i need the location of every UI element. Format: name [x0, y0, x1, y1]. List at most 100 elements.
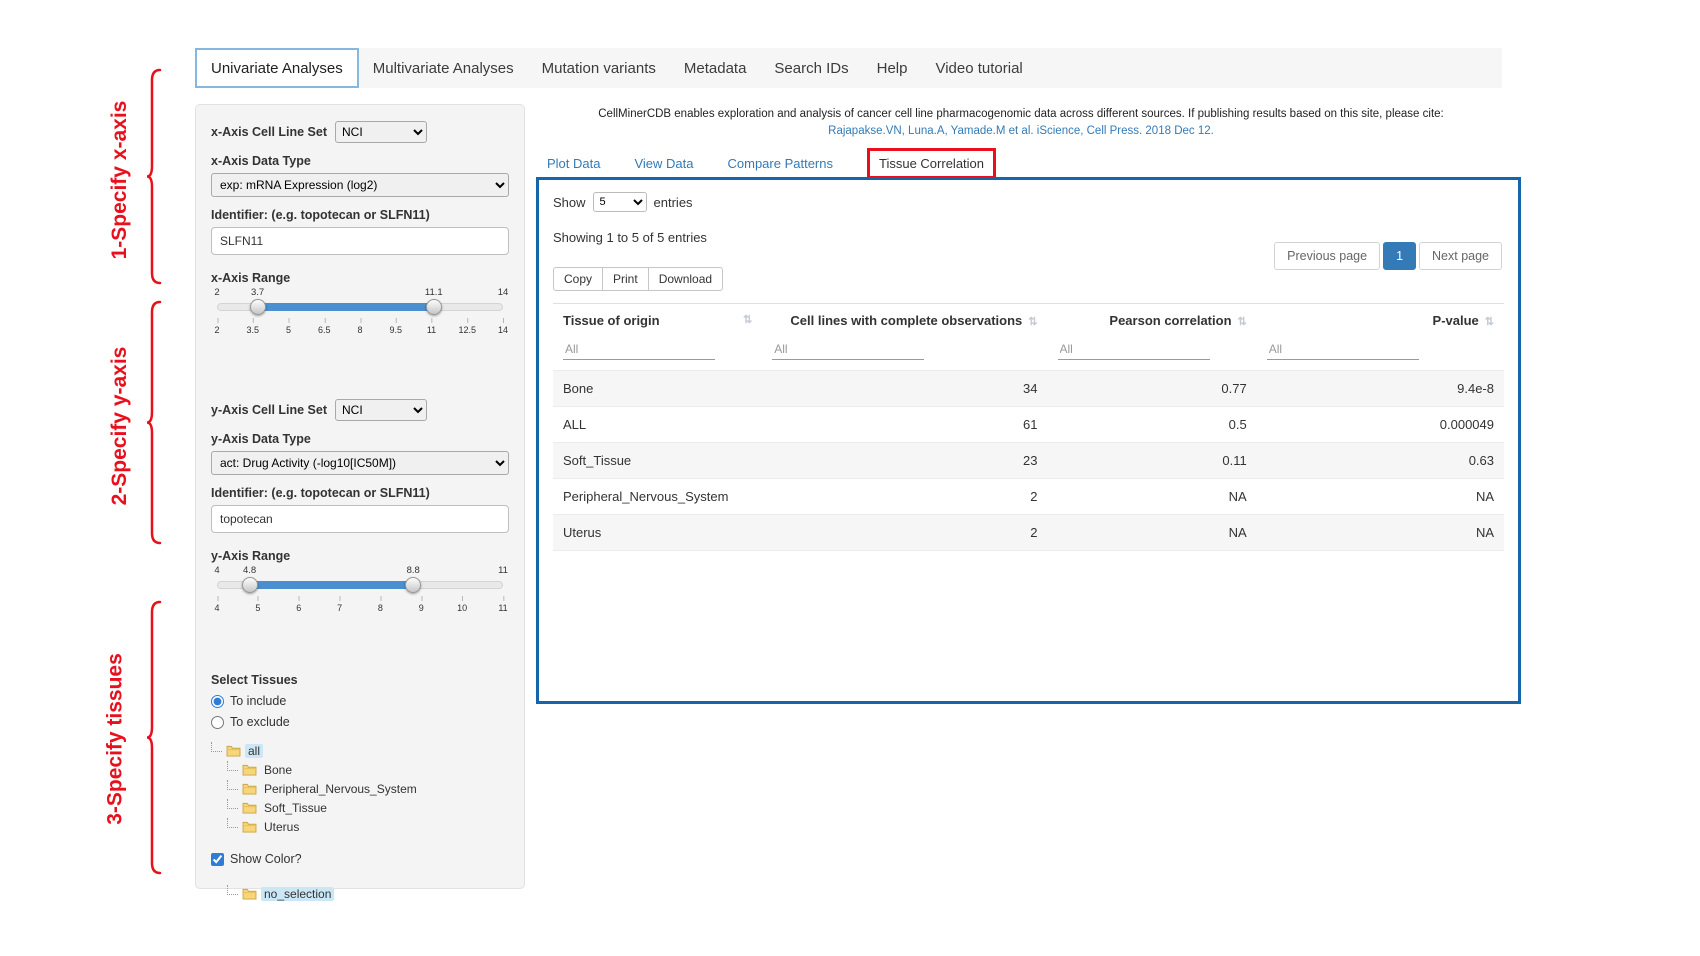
tab-plot-data[interactable]: Plot Data — [547, 156, 600, 171]
show-color-row[interactable]: Show Color? — [211, 852, 509, 866]
annotation-brace-1 — [146, 68, 162, 285]
y-range-slider: 4 11 4.8 8.8 4 5 6 7 8 9 10 11 — [217, 577, 503, 629]
table-row[interactable]: Peripheral_Nervous_System 2 NA NA — [553, 479, 1504, 515]
header-cell-lines[interactable]: Cell lines with complete observations⇅ — [762, 304, 1047, 338]
table-row[interactable]: Bone 34 0.77 9.4e-8 — [553, 371, 1504, 407]
table-row[interactable]: Uterus 2 NA NA — [553, 515, 1504, 551]
tab-compare-patterns[interactable]: Compare Patterns — [728, 156, 834, 171]
analysis-subtabs: Plot Data View Data Compare Patterns Tis… — [547, 148, 996, 179]
exclude-radio[interactable] — [211, 716, 224, 729]
annotation-step2: 2-Specify y-axis — [108, 311, 132, 541]
y-cell-line-set-select[interactable]: NCI — [335, 399, 427, 421]
tissue-correlation-table: Tissue of origin⇅ Cell lines with comple… — [553, 303, 1504, 551]
cell-observations: 34 — [762, 371, 1047, 407]
tab-metadata[interactable]: Metadata — [670, 48, 761, 88]
x-identifier-input[interactable] — [211, 227, 509, 255]
header-pearson-correlation[interactable]: Pearson correlation⇅ — [1048, 304, 1257, 338]
tab-search-ids[interactable]: Search IDs — [760, 48, 862, 88]
x-range-max-label: 14 — [498, 287, 509, 298]
tab-tissue-correlation[interactable]: Tissue Correlation — [867, 148, 996, 179]
sort-icon[interactable]: ⇅ — [1238, 316, 1247, 328]
include-radio[interactable] — [211, 695, 224, 708]
tab-view-data[interactable]: View Data — [634, 156, 693, 171]
y-identifier-input[interactable] — [211, 505, 509, 533]
tab-help[interactable]: Help — [863, 48, 922, 88]
cell-tissue: Peripheral_Nervous_System — [553, 479, 762, 515]
include-radio-row[interactable]: To include — [211, 694, 509, 708]
download-button[interactable]: Download — [648, 267, 723, 291]
page: 1-Specify x-axis 2-Specify y-axis 3-Spec… — [0, 0, 1700, 956]
y-range-handle-from[interactable] — [242, 577, 258, 593]
y-range-min-label: 4 — [214, 565, 219, 576]
filter-pearson-input[interactable] — [1058, 339, 1210, 360]
header-p-value[interactable]: P-value⇅ — [1257, 304, 1504, 338]
x-range-handle-from[interactable] — [250, 299, 266, 315]
x-tick: 6.5 — [318, 325, 331, 335]
table-row[interactable]: ALL 61 0.5 0.000049 — [553, 407, 1504, 443]
y-range-active-bar — [250, 581, 414, 589]
show-color-checkbox[interactable] — [211, 853, 224, 866]
cell-pearson: 0.11 — [1048, 443, 1257, 479]
tree-node-all[interactable]: all — [211, 741, 509, 760]
x-range-handle-to[interactable] — [426, 299, 442, 315]
page-length-select[interactable]: 5 — [593, 192, 647, 212]
exclude-radio-row[interactable]: To exclude — [211, 715, 509, 729]
tissue-tree: all Bone Peripheral_Nervous_System Soft_… — [211, 741, 509, 836]
y-data-type-select[interactable]: act: Drug Activity (-log10[IC50M]) — [211, 451, 509, 475]
citation-link[interactable]: Rajapakse.VN, Luna.A, Yamade.M et al. iS… — [540, 123, 1502, 140]
x-cell-line-set-label: x-Axis Cell Line Set — [211, 125, 327, 139]
cell-observations: 2 — [762, 479, 1047, 515]
x-tick: 3.5 — [246, 325, 259, 335]
print-button[interactable]: Print — [602, 267, 649, 291]
tissue-correlation-panel: Show 5 entries Showing 1 to 5 of 5 entri… — [536, 177, 1521, 704]
sort-icon[interactable]: ⇅ — [743, 313, 752, 326]
filter-cell-lines-input[interactable] — [772, 339, 924, 360]
cell-pvalue: 0.63 — [1257, 443, 1504, 479]
x-cell-line-set-select[interactable]: NCI — [335, 121, 427, 143]
x-range-slider: 2 14 3.7 11.1 2 3.5 5 6.5 8 9.5 11 12.5 … — [217, 299, 503, 351]
sort-icon[interactable]: ⇅ — [1485, 316, 1494, 328]
tab-mutation-variants[interactable]: Mutation variants — [528, 48, 670, 88]
tab-video-tutorial[interactable]: Video tutorial — [921, 48, 1036, 88]
copy-button[interactable]: Copy — [553, 267, 603, 291]
tree-node-label: all — [245, 744, 263, 758]
tree-node-bone[interactable]: Bone — [211, 760, 509, 779]
previous-page-button[interactable]: Previous page — [1274, 242, 1380, 270]
tab-multivariate-analyses[interactable]: Multivariate Analyses — [359, 48, 528, 88]
tree-node-no-selection[interactable]: no_selection — [211, 884, 509, 903]
filter-tissue-input[interactable] — [563, 339, 715, 360]
y-range-max-label: 11 — [498, 565, 508, 576]
tree-node-label: no_selection — [261, 887, 334, 901]
y-tick: 6 — [296, 603, 301, 613]
sort-icon[interactable]: ⇅ — [1028, 316, 1037, 328]
x-data-type-select[interactable]: exp: mRNA Expression (log2) — [211, 173, 509, 197]
tree-node-uterus[interactable]: Uterus — [211, 817, 509, 836]
select-tissues-title: Select Tissues — [211, 673, 509, 687]
tab-univariate-analyses[interactable]: Univariate Analyses — [195, 48, 359, 88]
tree-connector — [211, 742, 222, 752]
pagination: Previous page 1 Next page — [1274, 242, 1502, 270]
table-row[interactable]: Soft_Tissue 23 0.11 0.63 — [553, 443, 1504, 479]
next-page-button[interactable]: Next page — [1419, 242, 1502, 270]
tree-node-label: Bone — [261, 763, 295, 777]
cell-pearson: 0.5 — [1048, 407, 1257, 443]
x-range-active-bar — [258, 303, 434, 311]
cell-observations: 61 — [762, 407, 1047, 443]
cell-tissue: Bone — [553, 371, 762, 407]
tree-node-soft-tissue[interactable]: Soft_Tissue — [211, 798, 509, 817]
y-cell-line-set-label: y-Axis Cell Line Set — [211, 403, 327, 417]
page-1-button[interactable]: 1 — [1383, 242, 1416, 270]
main-navbar: Univariate Analyses Multivariate Analyse… — [195, 48, 1502, 88]
page-length-control: Show 5 entries — [553, 192, 1504, 212]
filter-pvalue-input[interactable] — [1267, 339, 1419, 360]
cell-pvalue: 9.4e-8 — [1257, 371, 1504, 407]
cell-pearson: 0.77 — [1048, 371, 1257, 407]
x-tick: 12.5 — [458, 325, 476, 335]
y-range-handle-to[interactable] — [405, 577, 421, 593]
header-tissue-of-origin[interactable]: Tissue of origin⇅ — [553, 304, 762, 338]
y-tick: 7 — [337, 603, 342, 613]
tree-node-peripheral-nervous-system[interactable]: Peripheral_Nervous_System — [211, 779, 509, 798]
y-range-from-value: 4.8 — [243, 565, 256, 576]
y-tick: 8 — [378, 603, 383, 613]
y-data-type-label: y-Axis Data Type — [211, 432, 509, 446]
